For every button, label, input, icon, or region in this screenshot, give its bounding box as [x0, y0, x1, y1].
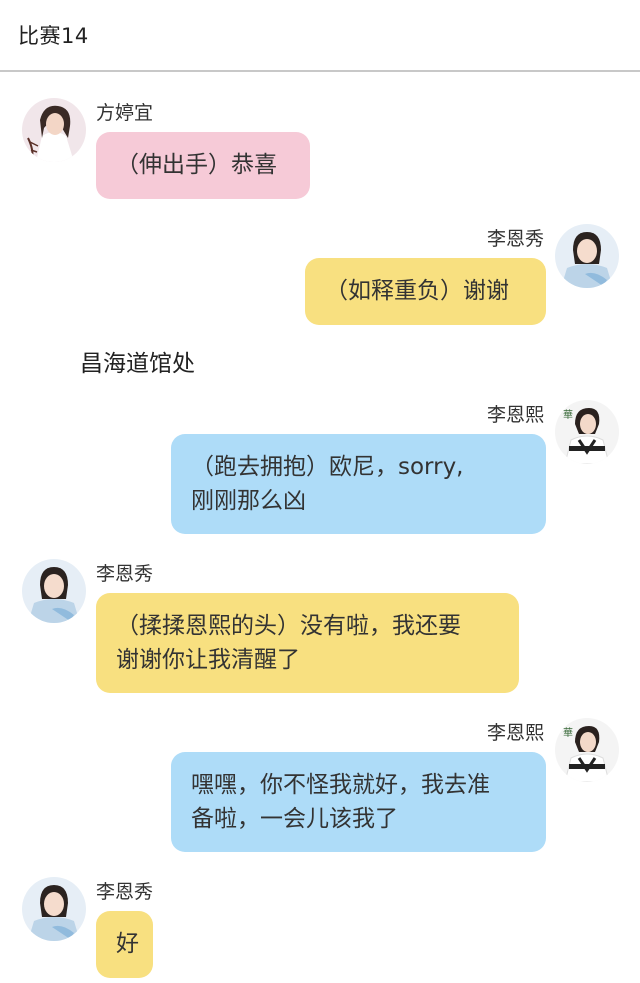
sender-name: 李恩秀	[486, 228, 544, 250]
message-bubble[interactable]: 好	[96, 911, 153, 978]
avatar-image: 華	[555, 400, 619, 464]
sender-name: 李恩熙	[486, 404, 544, 426]
scene-narration: 昌海道馆处	[80, 351, 195, 377]
avatar-image	[22, 877, 86, 941]
svg-text:華: 華	[563, 409, 573, 421]
message-text: 好	[116, 931, 139, 957]
sender-name: 李恩熙	[486, 722, 544, 744]
message-text-line: 嘿嘿，你不怪我就好，我去准	[191, 772, 490, 798]
sender-name: 李恩秀	[96, 563, 154, 585]
message-text-line: 刚刚那么凶	[191, 488, 306, 514]
avatar-fang-tingyi[interactable]	[22, 98, 86, 162]
message-text: （如释重负）谢谢	[325, 278, 509, 304]
avatar-image	[22, 559, 86, 623]
svg-text:華: 華	[563, 727, 573, 739]
message-bubble[interactable]: （伸出手）恭喜	[96, 132, 310, 199]
message-bubble[interactable]: （如释重负）谢谢	[305, 258, 546, 325]
sender-name: 方婷宜	[96, 102, 154, 124]
message-text-line: 备啦，一会儿该我了	[191, 806, 398, 832]
message-text-line: （跑去拥抱）欧尼，sorry,	[191, 454, 464, 480]
avatar-image	[22, 98, 86, 162]
avatar-li-enxiu[interactable]	[555, 224, 619, 288]
avatar-image: 華	[555, 718, 619, 782]
chat-header: 比赛14	[0, 0, 640, 72]
avatar-li-enxi[interactable]: 華	[555, 400, 619, 464]
message-text-line: 谢谢你让我清醒了	[116, 647, 300, 673]
sender-name: 李恩秀	[96, 881, 154, 903]
avatar-li-enxi[interactable]: 華	[555, 718, 619, 782]
message-bubble[interactable]: （揉揉恩熙的头）没有啦，我还要 谢谢你让我清醒了	[96, 593, 519, 693]
chat-title: 比赛14	[18, 24, 89, 48]
message-bubble[interactable]: （跑去拥抱）欧尼，sorry, 刚刚那么凶	[171, 434, 546, 534]
avatar-li-enxiu[interactable]	[22, 877, 86, 941]
message-text: （伸出手）恭喜	[116, 152, 277, 178]
avatar-image	[555, 224, 619, 288]
avatar-li-enxiu[interactable]	[22, 559, 86, 623]
message-bubble[interactable]: 嘿嘿，你不怪我就好，我去准 备啦，一会儿该我了	[171, 752, 546, 852]
message-text-line: （揉揉恩熙的头）没有啦，我还要	[116, 613, 461, 639]
